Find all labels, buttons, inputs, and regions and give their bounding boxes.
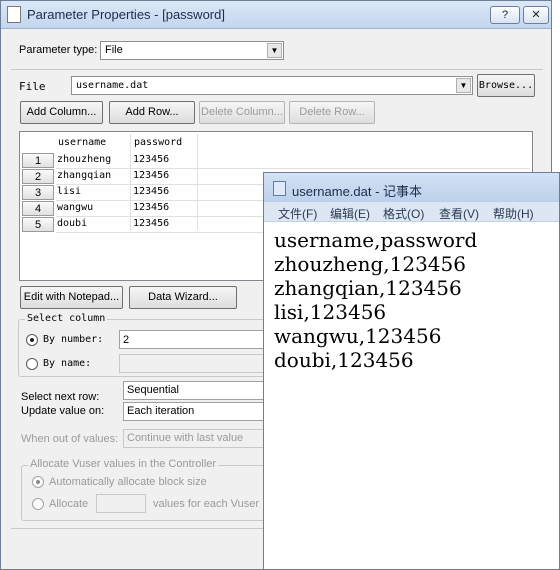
by-number-input[interactable]: 2 (119, 330, 265, 349)
notepad-text-area[interactable]: username,password zhouzheng,123456 zhang… (274, 228, 554, 372)
column-header-username[interactable]: username (58, 135, 106, 151)
table-cell-username[interactable]: zhouzheng (57, 152, 111, 168)
select-next-row-value: Sequential (127, 384, 179, 396)
values-per-vuser-label: values for each Vuser (153, 498, 259, 510)
out-of-values-label: When out of values: (21, 433, 119, 445)
menu-help[interactable]: 帮助(H) (493, 205, 534, 222)
notepad-menu-bar: 文件(F) 编辑(E) 格式(O) 查看(V) 帮助(H) (264, 202, 559, 222)
table-cell-username[interactable]: wangwu (57, 200, 93, 216)
by-name-input[interactable] (119, 354, 265, 373)
select-next-row-label: Select next row: (21, 391, 100, 403)
row-header[interactable]: 1 (22, 153, 54, 168)
data-wizard-button[interactable]: Data Wizard... (129, 286, 237, 309)
separator (11, 69, 543, 70)
browse-button[interactable]: Browse... (477, 74, 535, 97)
table-cell-password[interactable]: 123456 (133, 216, 169, 232)
notepad-icon (273, 181, 286, 196)
by-name-label: By name: (43, 358, 92, 369)
notepad-title-bar[interactable]: username.dat - 记事本 (264, 173, 559, 202)
table-cell-password[interactable]: 123456 (133, 152, 169, 168)
allocate-label: Allocate (49, 498, 89, 510)
row-divider (56, 168, 530, 169)
update-value-value: Each iteration (127, 405, 195, 417)
dialog-title: Parameter Properties - [password] (27, 7, 225, 22)
allocate-radio[interactable] (32, 498, 44, 510)
notepad-window: username.dat - 记事本 文件(F) 编辑(E) 格式(O) 查看(… (263, 172, 560, 570)
text-line: zhangqian,123456 (274, 276, 462, 300)
text-line: zhouzheng,123456 (274, 252, 466, 276)
menu-edit[interactable]: 编辑(E) (330, 205, 370, 222)
text-line: wangwu,123456 (274, 324, 442, 348)
file-select[interactable]: username.dat ▼ (71, 76, 473, 95)
menu-format[interactable]: 格式(O) (383, 205, 424, 222)
update-value-select[interactable]: Each iteration (123, 402, 265, 421)
auto-allocate-label: Automatically allocate block size (49, 476, 207, 488)
text-line: doubi,123456 (274, 348, 414, 372)
select-next-row-select[interactable]: Sequential (123, 381, 265, 400)
allocate-group-title: Allocate Vuser values in the Controller (28, 458, 219, 470)
table-cell-password[interactable]: 123456 (133, 168, 169, 184)
add-column-button[interactable]: Add Column... (20, 101, 103, 124)
delete-row-button[interactable]: Delete Row... (289, 101, 375, 124)
text-line: lisi,123456 (274, 300, 387, 324)
parameter-type-value: File (105, 44, 123, 56)
by-number-label: By number: (43, 334, 104, 345)
close-button[interactable]: ✕ (523, 6, 549, 24)
table-cell-username[interactable]: doubi (57, 216, 87, 232)
row-header[interactable]: 4 (22, 201, 54, 216)
menu-view[interactable]: 查看(V) (439, 205, 479, 222)
row-header[interactable]: 3 (22, 185, 54, 200)
by-number-radio[interactable] (26, 334, 38, 346)
notepad-title: username.dat - 记事本 (292, 184, 423, 199)
select-column-title: Select column (25, 313, 108, 324)
row-header[interactable]: 5 (22, 217, 54, 232)
chevron-down-icon[interactable]: ▼ (456, 78, 471, 93)
document-icon (7, 6, 21, 23)
text-line: username,password (274, 228, 478, 252)
column-header-password[interactable]: password (134, 135, 182, 151)
by-name-radio[interactable] (26, 358, 38, 370)
out-of-values-select[interactable]: Continue with last value (123, 429, 265, 448)
file-label: File (19, 80, 46, 93)
help-button[interactable]: ? (490, 6, 520, 24)
by-number-value: 2 (123, 334, 130, 346)
row-header[interactable]: 2 (22, 169, 54, 184)
file-value: username.dat (76, 80, 149, 91)
table-cell-username[interactable]: lisi (57, 184, 81, 200)
menu-file[interactable]: 文件(F) (278, 205, 317, 222)
auto-allocate-radio[interactable] (32, 476, 44, 488)
dialog-title-bar[interactable]: Parameter Properties - [password] ? ✕ (1, 1, 551, 29)
table-cell-password[interactable]: 123456 (133, 184, 169, 200)
chevron-down-icon[interactable]: ▼ (267, 43, 282, 58)
parameter-type-label: Parameter type: (19, 44, 98, 56)
update-value-label: Update value on: (21, 405, 105, 417)
table-cell-username[interactable]: zhangqian (57, 168, 111, 184)
delete-column-button[interactable]: Delete Column... (199, 101, 285, 124)
table-cell-password[interactable]: 123456 (133, 200, 169, 216)
parameter-type-select[interactable]: File ▼ (100, 41, 284, 60)
out-of-values-value: Continue with last value (127, 432, 244, 444)
allocate-count-input[interactable] (96, 494, 146, 513)
add-row-button[interactable]: Add Row... (109, 101, 195, 124)
edit-with-notepad-button[interactable]: Edit with Notepad... (20, 286, 123, 309)
